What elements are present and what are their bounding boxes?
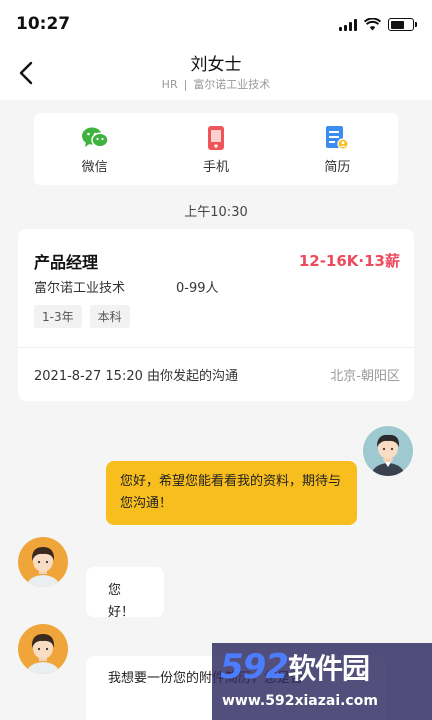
- page-title: 刘女士: [190, 55, 242, 75]
- contact-phone-button[interactable]: 手机: [155, 113, 276, 185]
- resume-icon: [323, 124, 351, 152]
- watermark-url: www.592xiazai.com: [222, 693, 378, 709]
- battery-icon: [388, 18, 417, 31]
- message-bubble-received: 您好！: [86, 567, 164, 620]
- status-bar: 10:27: [0, 0, 432, 44]
- contact-resume-button[interactable]: 简历: [277, 113, 398, 185]
- watermark-brand-name: 软件园: [287, 652, 370, 685]
- job-card[interactable]: 产品经理 12-16K·13薪 富尔诺工业技术 0-99人 1-3年 本科 20…: [18, 229, 414, 401]
- chat-timestamp: 上午10:30: [184, 205, 248, 220]
- watermark-brand-number: 592: [220, 647, 289, 687]
- status-time: 10:27: [16, 14, 71, 34]
- job-location: 北京-朝阳区: [330, 369, 400, 384]
- contact-phone-label: 手机: [202, 160, 229, 175]
- job-conversation-meta: 2021-8-27 15:20 由你发起的沟通: [34, 369, 239, 384]
- nav-bar: 刘女士 HR | 富尔诺工业技术: [0, 44, 432, 100]
- watermark-logo: 592软件园 www.592xiazai.com: [212, 643, 432, 720]
- tag-experience: 1-3年: [34, 305, 82, 328]
- my-avatar[interactable]: [363, 426, 413, 476]
- hr-company: 富尔诺工业技术: [193, 78, 271, 91]
- message-text: 您好！: [108, 583, 135, 620]
- hr-avatar[interactable]: [18, 624, 68, 674]
- separator: |: [183, 78, 188, 91]
- wifi-icon: [364, 18, 381, 31]
- contact-resume-label: 简历: [324, 160, 351, 175]
- job-company: 富尔诺工业技术: [34, 281, 126, 296]
- message-text: 您好，希望您能看看我的资料，期待与您沟通！: [120, 474, 342, 511]
- job-title: 产品经理: [34, 253, 99, 272]
- wechat-icon: [81, 124, 109, 152]
- message-bubble-sent: 您好，希望您能看看我的资料，期待与您沟通！: [106, 461, 357, 525]
- contact-card: 微信 手机 简历: [34, 113, 398, 185]
- job-tags: 1-3年 本科: [34, 305, 130, 328]
- divider: [18, 347, 414, 348]
- status-icons: [339, 18, 417, 31]
- contact-wechat-label: 微信: [81, 160, 108, 175]
- hr-role: HR: [161, 78, 178, 91]
- contact-wechat-button[interactable]: 微信: [34, 113, 155, 185]
- signal-icon: [339, 18, 357, 31]
- page-subtitle: HR | 富尔诺工业技术: [0, 76, 432, 92]
- phone-icon: [202, 124, 230, 152]
- tag-education: 本科: [89, 305, 130, 328]
- job-salary: 12-16K·13薪: [298, 252, 400, 270]
- company-size: 0-99人: [176, 281, 219, 296]
- watermark-brand: 592软件园: [220, 647, 370, 687]
- hr-avatar[interactable]: [18, 537, 68, 587]
